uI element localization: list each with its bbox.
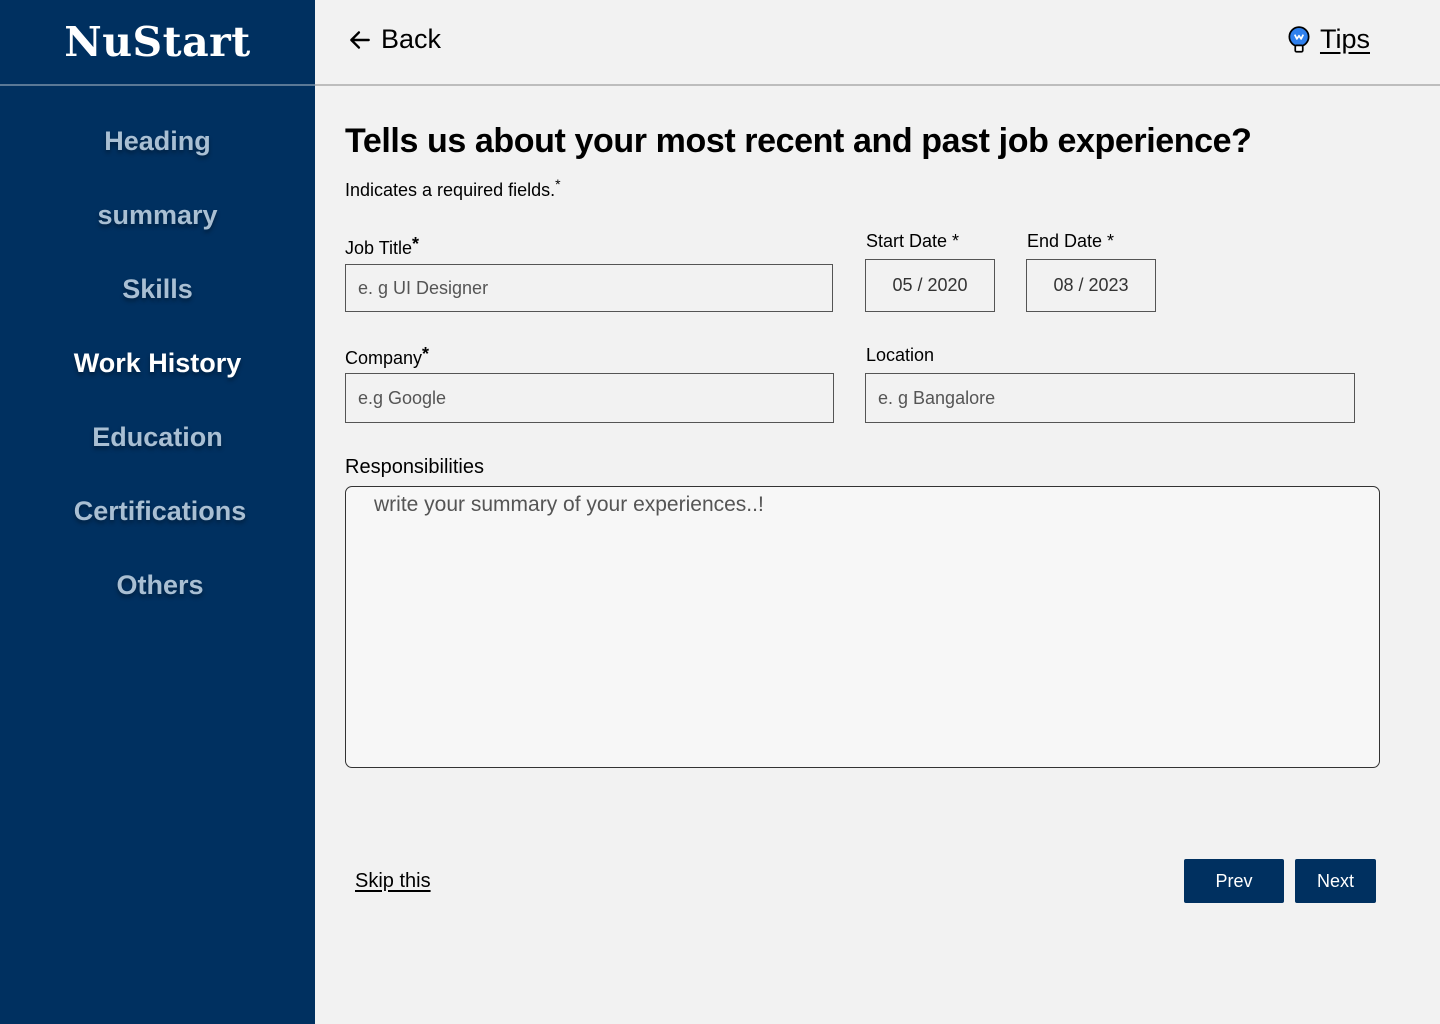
- lightbulb-icon: [1288, 25, 1310, 53]
- job-title-label: Job Title*: [345, 234, 419, 259]
- responsibilities-placeholder: write your summary of your experiences..…: [374, 493, 764, 516]
- job-title-label-text: Job Title: [345, 238, 413, 258]
- sidebar: NuStart Heading summary Skills Work Hist…: [0, 0, 315, 1024]
- location-placeholder: e. g Bangalore: [878, 387, 996, 408]
- job-title-placeholder: e. g UI Designer: [358, 277, 489, 298]
- page-title: Tells us about your most recent and past…: [345, 122, 1252, 160]
- location-label: Location: [866, 345, 935, 365]
- company-input[interactable]: e.g Google: [345, 373, 834, 423]
- next-button[interactable]: Next: [1295, 859, 1376, 903]
- tips-link[interactable]: Tips: [1286, 24, 1370, 55]
- company-required-mark: *: [422, 344, 430, 364]
- start-date-value: 05 / 2020: [892, 275, 968, 295]
- job-title-required-mark: *: [412, 234, 420, 254]
- company-label: Company*: [345, 344, 429, 369]
- job-title-input[interactable]: e. g UI Designer: [345, 264, 833, 312]
- end-date-input[interactable]: 08 / 2023: [1026, 259, 1156, 312]
- sidebar-item-summary[interactable]: summary: [0, 200, 315, 231]
- start-date-input[interactable]: 05 / 2020: [865, 259, 995, 312]
- sidebar-item-certifications[interactable]: Certifications: [0, 496, 315, 527]
- responsibilities-label: Responsibilities: [345, 456, 484, 478]
- sidebar-item-skills[interactable]: Skills: [0, 274, 315, 305]
- responsibilities-textarea[interactable]: write your summary of your experiences..…: [345, 486, 1380, 768]
- top-bar: Back Tips: [315, 0, 1440, 86]
- sidebar-item-heading[interactable]: Heading: [0, 126, 315, 157]
- skip-link[interactable]: Skip this: [355, 870, 431, 893]
- required-note: Indicates a required fields.*: [345, 176, 561, 201]
- end-date-label: End Date *: [1027, 231, 1115, 251]
- sidebar-item-others[interactable]: Others: [0, 570, 315, 601]
- brand-logo: NuStart: [0, 0, 315, 86]
- location-input[interactable]: e. g Bangalore: [865, 373, 1355, 423]
- company-placeholder: e.g Google: [358, 387, 447, 408]
- sidebar-item-work-history[interactable]: Work History: [0, 348, 315, 379]
- arrow-left-icon: [350, 30, 370, 49]
- tips-label: Tips: [1319, 24, 1370, 54]
- prev-button[interactable]: Prev: [1184, 859, 1284, 903]
- back-button[interactable]: Back: [347, 24, 441, 55]
- company-label-text: Company: [345, 348, 423, 368]
- back-label: Back: [381, 24, 442, 54]
- required-note-text: Indicates a required fields.: [345, 180, 556, 200]
- brand-name: NuStart: [64, 18, 251, 66]
- end-date-value: 08 / 2023: [1053, 275, 1129, 295]
- start-date-label: Start Date *: [866, 231, 960, 251]
- sidebar-item-education[interactable]: Education: [0, 422, 315, 453]
- required-note-mark: *: [555, 176, 561, 192]
